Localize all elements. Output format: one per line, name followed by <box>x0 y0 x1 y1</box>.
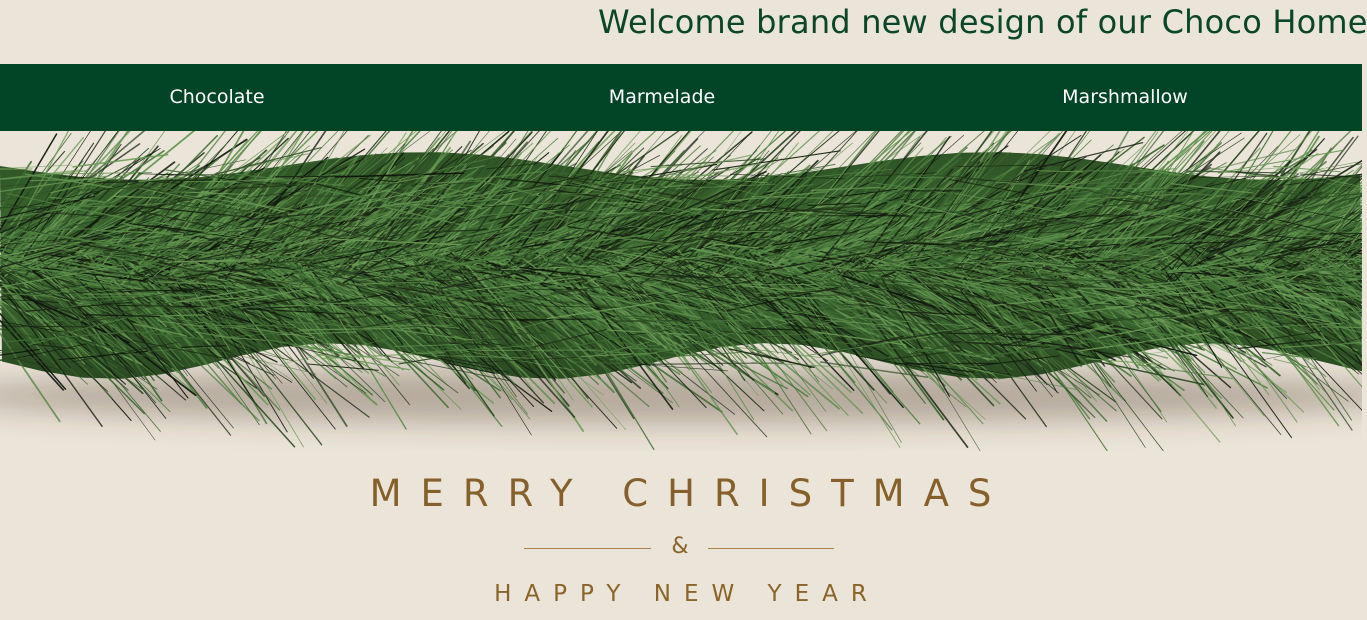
merry-christmas-title: MERRY CHRISTMAS <box>369 472 1011 515</box>
happy-new-year-subtitle: HAPPY NEW YEAR <box>494 581 880 607</box>
welcome-text: Welcome brand new design of our Choco Ho… <box>598 3 1367 41</box>
pine-garland-image <box>0 131 1362 451</box>
ampersand: & <box>671 534 689 559</box>
divider-line-left <box>524 548 651 549</box>
page: Welcome brand new design of our Choco Ho… <box>0 0 1367 620</box>
divider-row: & <box>0 533 1367 563</box>
divider-line-right <box>708 548 834 549</box>
pine-garland-icon <box>0 131 1362 451</box>
main-nav: Chocolate Marmelade Marshmallow <box>0 64 1362 131</box>
nav-item-marmelade[interactable]: Marmelade <box>609 64 715 131</box>
nav-item-marshmallow[interactable]: Marshmallow <box>1062 64 1188 131</box>
nav-item-chocolate[interactable]: Chocolate <box>169 64 264 131</box>
welcome-banner: Welcome brand new design of our Choco Ho… <box>0 0 1367 48</box>
